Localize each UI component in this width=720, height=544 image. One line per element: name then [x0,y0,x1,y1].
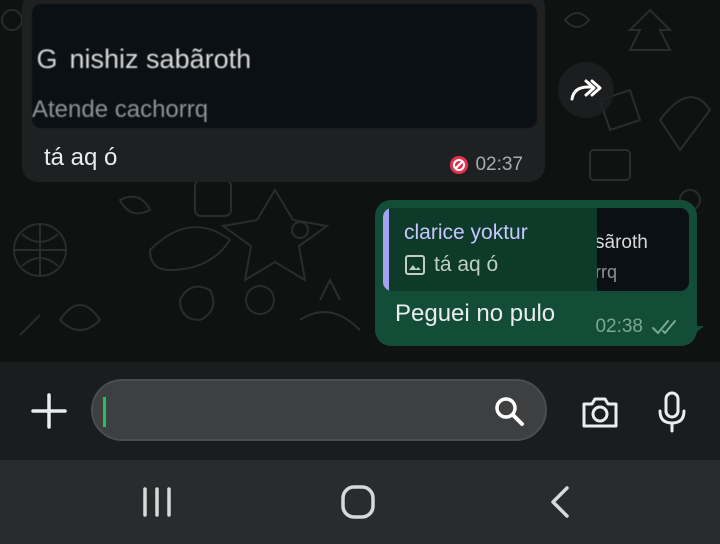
home-button[interactable] [328,478,388,526]
home-icon [341,485,375,519]
outgoing-message-time: 02:38 [595,316,643,337]
reply-accent-bar [383,208,389,291]
preview-title: G nishiz sabãroth [32,44,251,75]
forward-icon [570,79,602,101]
quoted-reply[interactable]: clarice yoktur tá aq ó sãroth rrq [383,208,689,291]
thumbnail-title: sãroth [597,232,648,253]
system-navigation-bar [0,460,720,544]
reply-quoted-text: tá aq ó [434,253,499,276]
outgoing-message-bubble[interactable]: clarice yoktur tá aq ó sãroth rrq Peguei… [375,200,697,346]
image-icon [405,255,425,275]
incoming-message-time: 02:37 [475,154,523,175]
message-input[interactable] [109,391,489,429]
preview-title-text: nishiz sabãroth [69,44,252,74]
back-button[interactable] [530,478,590,526]
chat-area: G nishiz sabãroth Atende cachorrq tá aq … [0,0,720,362]
reply-sender-name: clarice yoktur [404,221,528,244]
outgoing-bubble-tail [680,326,704,346]
mic-icon [658,391,686,433]
forward-button[interactable] [558,62,614,118]
camera-button[interactable] [578,390,622,434]
outgoing-message-meta: 02:38 [595,316,681,338]
double-check-icon [652,320,676,334]
attach-button[interactable] [27,389,71,433]
incoming-message-text: tá aq ó [44,144,118,171]
incoming-message-meta: 02:37 [449,154,523,176]
thumbnail-subtitle: rrq [597,262,617,282]
plus-icon [31,393,67,429]
recent-apps-icon [143,487,171,517]
reply-thumbnail: sãroth rrq [597,208,689,291]
blocked-icon [450,156,469,174]
preview-subtitle: Atende cachorrq [32,96,209,123]
back-icon [551,486,569,518]
incoming-message-bubble[interactable]: G nishiz sabãroth Atende cachorrq tá aq … [22,0,545,182]
recent-apps-button[interactable] [127,478,187,526]
message-field[interactable] [91,379,547,441]
voice-message-button[interactable] [650,388,694,436]
outgoing-message-text: Peguei no pulo [395,300,556,327]
reply-quoted-line: tá aq ó [404,253,498,277]
search-button[interactable] [491,393,527,429]
preview-glyph: G [36,44,58,74]
message-input-bar [0,362,720,460]
link-preview[interactable]: G nishiz sabãroth Atende cachorrq [32,4,537,128]
camera-icon [582,397,618,428]
search-icon [495,397,524,426]
text-cursor [103,397,106,427]
